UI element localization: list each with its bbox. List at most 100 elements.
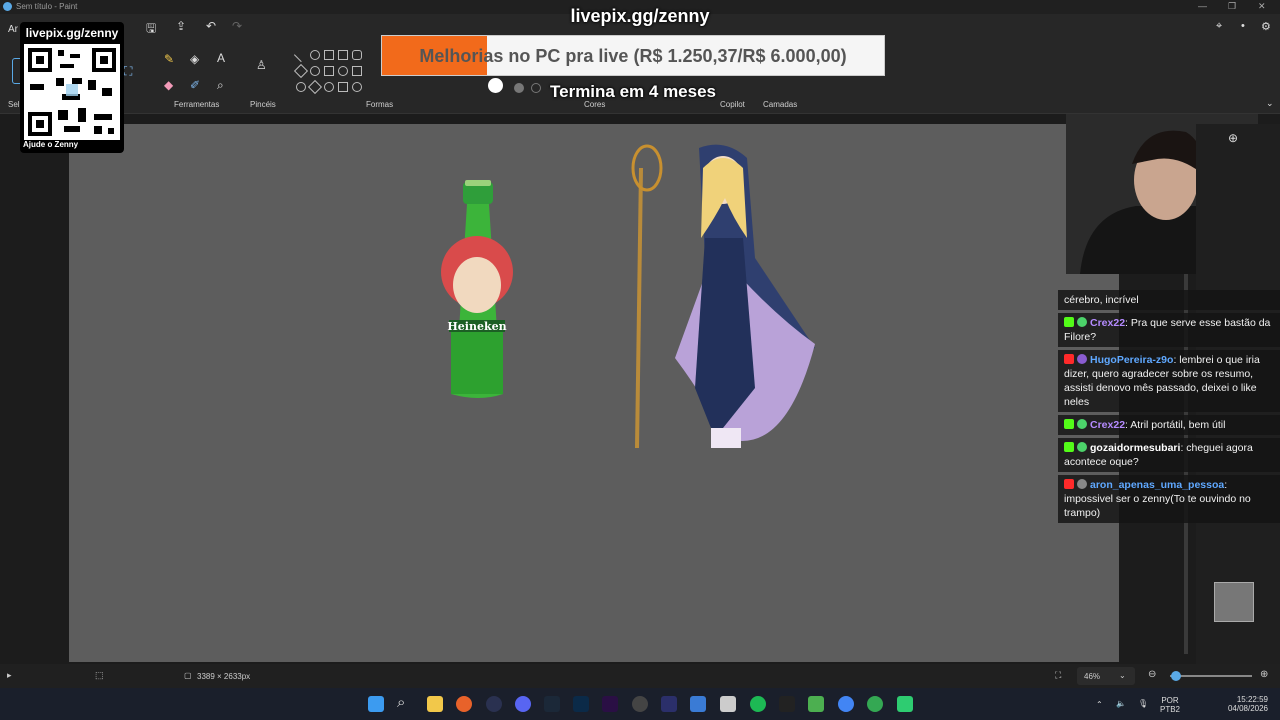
cursor-icon: ▸ xyxy=(7,670,12,680)
bottle-label-text: Heineken xyxy=(447,320,506,333)
photoshop-icon[interactable] xyxy=(573,696,589,712)
search-icon[interactable]: ⌕ xyxy=(397,694,405,711)
minimize-icon[interactable]: — xyxy=(1198,1,1207,11)
gem-badge-icon xyxy=(1077,317,1087,327)
window-title: Sem título - Paint xyxy=(16,2,78,11)
redo-icon[interactable]: ↷ xyxy=(232,19,242,33)
shapes-gallery[interactable] xyxy=(293,47,380,104)
zoom-slider[interactable] xyxy=(1170,675,1252,677)
volume-icon[interactable]: 🔈 xyxy=(1116,699,1126,708)
tray-chevron-icon[interactable]: ⌃ xyxy=(1096,700,1103,709)
fit-screen-icon[interactable]: ⛶ xyxy=(1055,670,1061,681)
obs-icon[interactable] xyxy=(486,696,502,712)
discord-icon[interactable] xyxy=(515,696,531,712)
announcement-icon[interactable]: ⌖ xyxy=(1216,20,1222,33)
text-icon[interactable]: A xyxy=(217,51,225,65)
share-icon[interactable]: ⇪ xyxy=(176,19,186,33)
chat-username: aron_apenas_uma_pessoa xyxy=(1090,479,1225,491)
goal-text: Melhorias no PC pra live (R$ 1.250,37/R$… xyxy=(419,46,847,66)
chat-message: Crex22: Pra que serve esse bastão da Fil… xyxy=(1058,313,1280,347)
qr-help-text: Ajude o Zenny xyxy=(23,140,79,149)
chat-message: aron_apenas_uma_pessoa: impossivel ser o … xyxy=(1058,475,1280,523)
canvas-size-icon: ▢ xyxy=(184,671,192,680)
chat-username: Crex22 xyxy=(1090,317,1126,329)
magnifier-icon[interactable]: ⌕ xyxy=(217,78,224,93)
zoom-select[interactable]: 46% ⌄ xyxy=(1077,667,1135,685)
close-icon[interactable]: ✕ xyxy=(1258,1,1266,12)
brush-icon[interactable]: ♙ xyxy=(256,58,267,72)
clock-time: 15:22:59 xyxy=(1236,695,1268,704)
undo-icon[interactable]: ↶ xyxy=(206,19,216,33)
chat-text: cérebro, incrível xyxy=(1064,294,1139,306)
firefox-icon[interactable] xyxy=(456,696,472,712)
edge-icon[interactable] xyxy=(867,696,883,712)
settings-gear-icon[interactable]: ⚙ xyxy=(1261,20,1271,33)
brand-url: livepix.gg/zenny xyxy=(570,6,710,26)
chat-overlay: cérebro, incrível Crex22: Pra que serve … xyxy=(1058,290,1280,526)
chevron-down-icon: ⌄ xyxy=(1119,671,1126,680)
avatar xyxy=(1077,354,1087,364)
shapes-group-label: Formas xyxy=(366,100,394,109)
spotify-icon[interactable] xyxy=(750,696,766,712)
paint-app-icon xyxy=(3,2,12,11)
keyboard-language[interactable]: POR PTB2 xyxy=(1160,696,1180,714)
keyboard-layout: PTB2 xyxy=(1160,705,1181,714)
gem-badge-icon xyxy=(1077,442,1087,452)
eraser-icon[interactable]: ◆ xyxy=(164,78,173,92)
brushes-group-label: Pincéis xyxy=(250,100,276,109)
chat-message: Crex22: Atril portátil, bem útil xyxy=(1058,415,1280,435)
zoom-slider-thumb[interactable] xyxy=(1171,671,1181,681)
pencil-icon[interactable]: ✎ xyxy=(164,52,174,66)
select-group-label: Sel xyxy=(8,100,20,109)
steam-icon[interactable] xyxy=(544,696,560,712)
chat-text: Atril portátil, bem útil xyxy=(1130,419,1226,431)
chat-username: gozaidormesubari xyxy=(1090,442,1181,454)
layers-group-label: Camadas xyxy=(763,100,798,109)
kick-icon xyxy=(1064,317,1074,327)
start-icon[interactable] xyxy=(368,696,384,712)
premiere-icon[interactable] xyxy=(602,696,618,712)
chat-text: impossivel ser o zenny(To te ouvindo no … xyxy=(1064,493,1251,519)
taskbar: ⌕ ⌃ 🔈 🎙 POR PTB2 15:22:59 04/08/2026 xyxy=(0,688,1280,720)
app-icon-green[interactable] xyxy=(808,696,824,712)
avatar xyxy=(1077,479,1087,489)
zoom-value: 46% xyxy=(1084,672,1101,681)
terminal-icon[interactable] xyxy=(779,696,795,712)
microphone-icon[interactable]: 🎙 xyxy=(1138,699,1148,708)
chat-message: gozaidormesubari: cheguei agora acontece… xyxy=(1058,438,1280,472)
chat-message: HugoPereira-z9o: lembrei o que iria dize… xyxy=(1058,350,1280,412)
snipping-tool-icon[interactable] xyxy=(720,696,736,712)
clock[interactable]: 15:22:59 04/08/2026 xyxy=(1222,695,1268,713)
file-explorer-icon[interactable] xyxy=(427,696,443,712)
status-bar: ▸ ⬚ ▢ 3389 × 2633px ⛶ 46% ⌄ ⊖ ⊕ xyxy=(0,664,1280,688)
media-player-icon[interactable] xyxy=(661,696,677,712)
zoom-in-icon[interactable]: ⊕ xyxy=(1260,669,1268,680)
app-icon[interactable] xyxy=(632,696,648,712)
account-icon[interactable]: • xyxy=(1241,20,1245,32)
fill-icon[interactable]: ◈ xyxy=(190,52,199,66)
paint-taskbar-icon[interactable] xyxy=(690,696,706,712)
chevron-down-icon[interactable]: ⌄ xyxy=(1266,98,1274,109)
layer-thumbnail[interactable] xyxy=(1214,582,1254,622)
drawing-canvas[interactable]: Heineken xyxy=(69,124,1119,662)
audio-app-icon[interactable] xyxy=(897,696,913,712)
file-menu[interactable]: Ar xyxy=(8,24,18,35)
language-code: POR xyxy=(1161,696,1179,705)
youtube-icon xyxy=(1064,354,1074,364)
youtube-icon xyxy=(1064,479,1074,489)
zoom-out-icon[interactable]: ⊖ xyxy=(1148,669,1156,680)
anime-character-image xyxy=(631,144,815,449)
chat-username: HugoPereira-z9o xyxy=(1090,354,1174,366)
add-layer-icon[interactable]: ⊕ xyxy=(1228,131,1238,145)
tools-group-label: Ferramentas xyxy=(174,100,220,109)
gem-badge-icon xyxy=(1077,419,1087,429)
chrome-icon[interactable] xyxy=(838,696,854,712)
crop-icon[interactable]: ⛶ xyxy=(124,64,132,79)
maximize-icon[interactable]: ❐ xyxy=(1228,1,1236,12)
color-picker-icon[interactable]: ✐ xyxy=(190,78,200,92)
save-icon[interactable]: 🖫 xyxy=(146,19,156,40)
chat-username: Crex22 xyxy=(1090,419,1126,431)
beer-bottle-image: Heineken xyxy=(441,180,513,398)
chat-message: cérebro, incrível xyxy=(1058,290,1280,310)
qr-code xyxy=(24,44,120,140)
